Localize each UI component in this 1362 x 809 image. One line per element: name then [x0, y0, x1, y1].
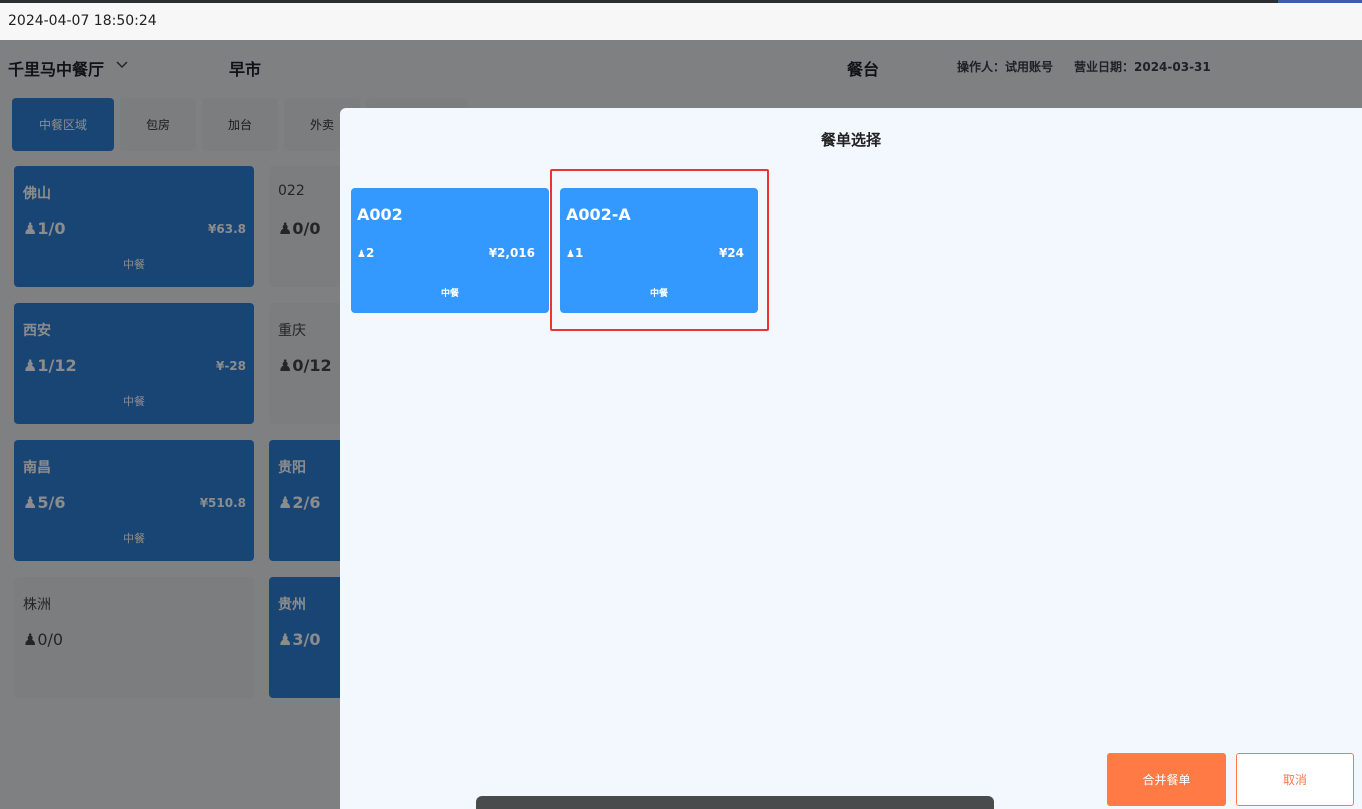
datetime: 2024-04-07 18:50:24 [8, 13, 157, 29]
order-guests: ♟2 [357, 246, 375, 260]
order-amount: ¥24 [718, 246, 744, 260]
order-card[interactable]: A002 ♟2 ¥2,016 中餐 [351, 188, 549, 313]
order-number: A002 [357, 205, 403, 224]
toast-bar [476, 796, 994, 809]
order-guests: ♟1 [566, 246, 584, 260]
order-card[interactable]: A002-A ♟1 ¥24 中餐 [560, 188, 758, 313]
merge-orders-button[interactable]: 合并餐单 [1107, 753, 1226, 806]
meal-type: 中餐 [440, 289, 459, 299]
meal-type: 中餐 [649, 289, 668, 299]
cancel-button[interactable]: 取消 [1236, 753, 1354, 806]
person-icon: ♟ [566, 249, 575, 260]
title-bar: 2024-04-07 18:50:24 [0, 3, 1362, 40]
dialog-title: 餐单选择 [820, 131, 881, 149]
order-amount: ¥2,016 [488, 246, 535, 260]
order-number: A002-A [566, 205, 631, 224]
person-icon: ♟ [357, 249, 366, 260]
order-select-dialog: 餐单选择 A002 ♟2 ¥2,016 中餐 A002-A ♟1 ¥24 中餐 … [340, 108, 1362, 809]
